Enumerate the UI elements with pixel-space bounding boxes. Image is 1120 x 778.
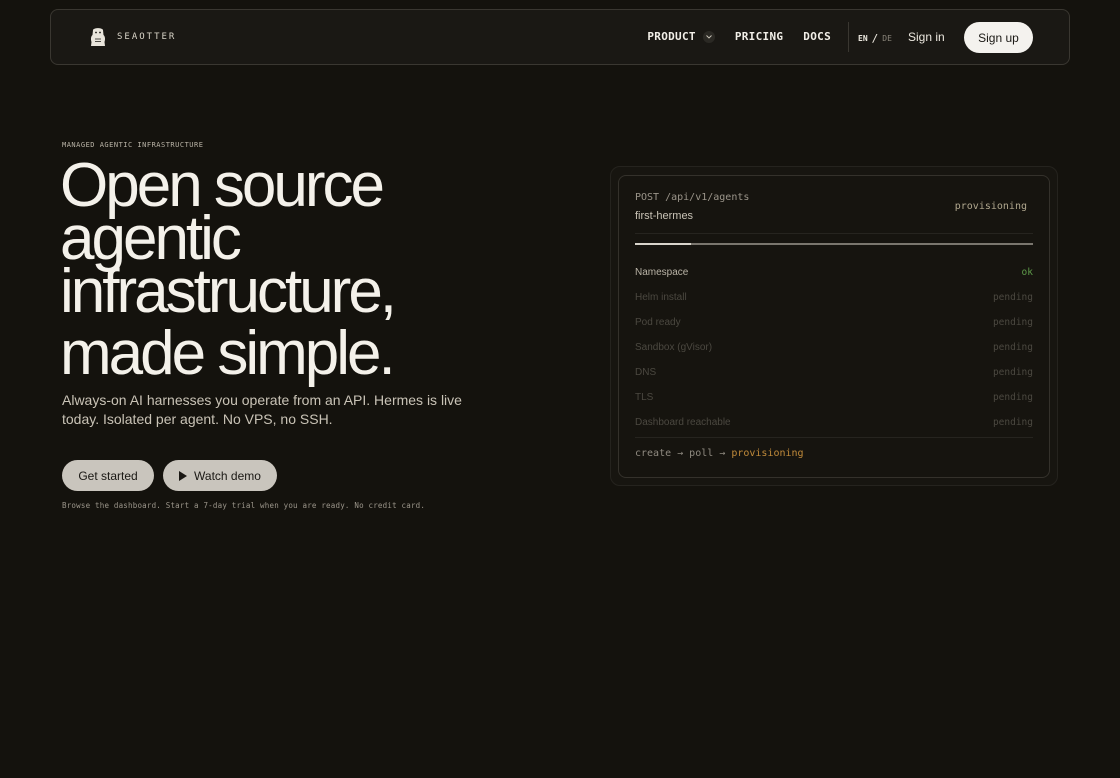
watch-demo-button[interactable]: Watch demo (163, 460, 277, 491)
nav-item-docs[interactable]: DOCS (803, 30, 831, 43)
divider (635, 233, 1033, 234)
step-list: Namespace ok Helm install pending Pod re… (635, 260, 1033, 435)
step-state: pending (992, 367, 1033, 378)
lang-de[interactable]: DE (882, 34, 892, 43)
step-state: pending (992, 417, 1033, 428)
step-state: pending (992, 292, 1033, 303)
flow-current: provisioning (731, 448, 804, 459)
step-state: ok (1021, 267, 1033, 278)
flow-prefix: create → poll → (635, 448, 732, 459)
nav-item-product[interactable]: PRODUCT (647, 30, 715, 43)
step-name: Helm install (635, 292, 687, 303)
step-row: Pod ready pending (635, 310, 1033, 335)
step-name: Namespace (635, 267, 689, 278)
play-icon (179, 470, 188, 481)
hero-eyebrow: MANAGED AGENTIC INFRASTRUCTURE (62, 141, 204, 149)
lifecycle-flow: create → poll → provisioning (635, 448, 804, 459)
lang-separator: / (871, 32, 879, 45)
nav-item-pricing[interactable]: PRICING (735, 30, 783, 43)
hero-headline: Open source agentic infrastructure, made… (60, 155, 530, 388)
api-request: POST /api/v1/agents (635, 192, 750, 203)
language-switcher: EN / DE (858, 32, 892, 45)
lang-en[interactable]: EN (858, 34, 868, 43)
step-name: Pod ready (635, 317, 681, 328)
otter-logo-icon (90, 28, 106, 46)
step-row: Helm install pending (635, 285, 1033, 310)
hero-note: Browse the dashboard. Start a 7-day tria… (62, 501, 426, 510)
step-state: pending (992, 342, 1033, 353)
step-name: Sandbox (gVisor) (635, 342, 713, 353)
step-name: TLS (635, 392, 654, 403)
nav-divider (848, 22, 849, 52)
nav-links: PRODUCT PRICING DOCS (647, 30, 831, 43)
progress-bar (635, 243, 1033, 245)
step-row: Dashboard reachable pending (635, 410, 1033, 435)
nav-item-product-label: PRODUCT (647, 30, 696, 43)
headline-line: made simple. (60, 319, 396, 388)
divider (635, 437, 1033, 438)
step-state: pending (992, 392, 1033, 403)
hero-subtitle: Always-on AI harnesses you operate from … (62, 392, 462, 427)
agent-name: first-hermes (635, 210, 694, 222)
watch-demo-label: Watch demo (194, 468, 261, 483)
headline-line: infrastructure, (60, 257, 397, 326)
provisioning-card: POST /api/v1/agents first-hermes provisi… (618, 175, 1050, 478)
brand-name: SEAOTTER (117, 32, 177, 42)
get-started-button[interactable]: Get started (62, 460, 154, 491)
sign-up-button[interactable]: Sign up (964, 22, 1033, 53)
get-started-label: Get started (78, 468, 138, 483)
step-state: pending (992, 317, 1033, 328)
sign-in-link[interactable]: Sign in (908, 30, 945, 44)
status-badge: provisioning (954, 201, 1027, 212)
step-row: Namespace ok (635, 260, 1033, 285)
brand[interactable]: SEAOTTER (89, 27, 176, 47)
step-name: Dashboard reachable (635, 417, 731, 428)
top-nav: SEAOTTER PRODUCT PRICING DOCS EN / DE Si… (50, 9, 1070, 65)
step-row: Sandbox (gVisor) pending (635, 335, 1033, 360)
step-row: DNS pending (635, 360, 1033, 385)
step-row: TLS pending (635, 385, 1033, 410)
step-name: DNS (635, 367, 657, 378)
progress-fill (635, 243, 691, 245)
chevron-down-icon (702, 30, 715, 43)
